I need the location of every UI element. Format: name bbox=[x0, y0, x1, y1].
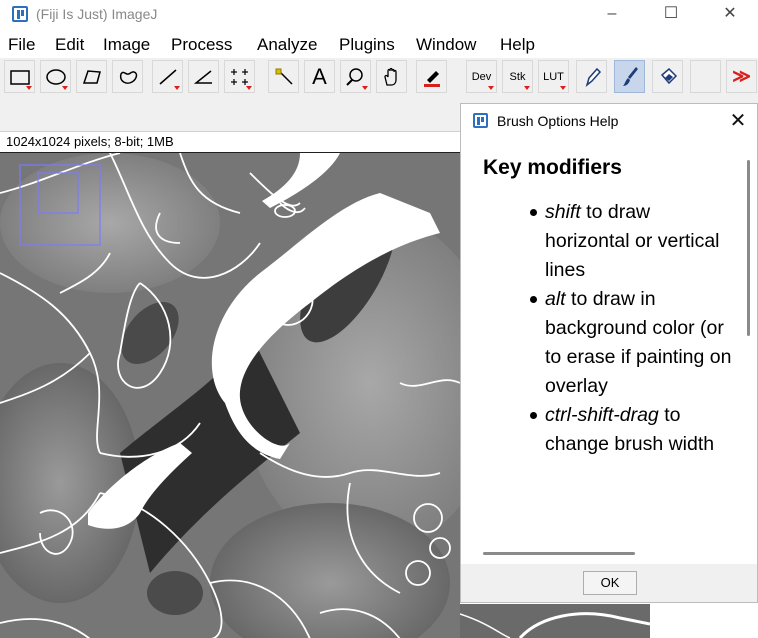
dialog-footer: OK bbox=[461, 564, 757, 602]
brush-icon bbox=[622, 66, 638, 86]
menu-file[interactable]: File bbox=[8, 35, 35, 55]
brush-options-help-dialog: Brush Options Help ✕ Key modifiers shift… bbox=[460, 103, 758, 603]
multipoint-icon bbox=[230, 68, 248, 85]
polygon-tool[interactable] bbox=[76, 60, 107, 93]
modifier-description: to draw in background color (or to erase… bbox=[545, 288, 732, 397]
eyedropper-icon bbox=[423, 70, 440, 87]
freehand-tool[interactable] bbox=[112, 60, 143, 93]
dropdown-arrow-icon bbox=[174, 86, 180, 90]
menu-edit[interactable]: Edit bbox=[55, 35, 84, 55]
vertical-scrollbar[interactable] bbox=[747, 160, 750, 336]
dev-tool[interactable]: Dev bbox=[466, 60, 497, 93]
freehand-icon bbox=[119, 70, 137, 84]
point-tool[interactable] bbox=[224, 60, 255, 93]
lut-label: LUT bbox=[543, 70, 564, 83]
segmentation-image bbox=[0, 153, 460, 638]
line-tool[interactable] bbox=[152, 60, 183, 93]
line-icon bbox=[159, 68, 176, 85]
maximize-button[interactable]: ☐ bbox=[642, 0, 700, 30]
fiji-dialog-icon bbox=[473, 113, 488, 128]
list-item: shift to draw horizontal or vertical lin… bbox=[530, 198, 737, 285]
more-tools-icon: ≫ bbox=[732, 66, 751, 86]
menu-process[interactable]: Process bbox=[171, 35, 232, 55]
dropdown-arrow-icon bbox=[524, 86, 530, 90]
empty-tool-slot bbox=[690, 60, 721, 93]
dialog-title: Brush Options Help bbox=[497, 113, 619, 129]
stk-label: Stk bbox=[509, 70, 526, 83]
magnifier-icon bbox=[345, 67, 363, 86]
menu-plugins[interactable]: Plugins bbox=[339, 35, 395, 55]
menu-image[interactable]: Image bbox=[103, 35, 150, 55]
lut-tool[interactable]: LUT bbox=[538, 60, 569, 93]
list-item: ctrl-shift-drag to change brush width bbox=[530, 401, 737, 459]
zoom-tool[interactable] bbox=[340, 60, 371, 93]
help-heading: Key modifiers bbox=[483, 156, 622, 179]
minimize-button[interactable]: – bbox=[583, 0, 641, 30]
window-title: (Fiji Is Just) ImageJ bbox=[36, 6, 158, 22]
wand-tool[interactable] bbox=[268, 60, 299, 93]
dropdown-arrow-icon bbox=[246, 86, 252, 90]
key-modifier-list: shift to draw horizontal or vertical lin… bbox=[530, 198, 737, 459]
angle-icon bbox=[193, 69, 212, 84]
fiji-app-icon bbox=[12, 6, 28, 22]
polygon-icon bbox=[82, 69, 101, 84]
hand-icon bbox=[383, 67, 397, 86]
stack-tool[interactable]: Stk bbox=[502, 60, 533, 93]
dropdown-arrow-icon bbox=[62, 86, 68, 90]
brush-tool[interactable] bbox=[614, 60, 645, 93]
modifier-key: alt bbox=[545, 288, 566, 310]
dropdown-arrow-icon bbox=[26, 86, 32, 90]
rectangle-tool[interactable] bbox=[4, 60, 35, 93]
segmentation-image-strip bbox=[460, 604, 650, 638]
text-tool-label: A bbox=[312, 63, 327, 89]
help-content: Key modifiers shift to draw horizontal o… bbox=[463, 142, 739, 544]
background-strip bbox=[650, 604, 758, 638]
list-item: alt to draw in background color (or to e… bbox=[530, 285, 737, 401]
dialog-close-button[interactable]: ✕ bbox=[723, 107, 753, 135]
title-bar: (Fiji Is Just) ImageJ – ☐ ✕ bbox=[0, 0, 758, 30]
menu-help[interactable]: Help bbox=[500, 35, 535, 55]
horizontal-scrollbar[interactable] bbox=[483, 552, 635, 555]
image-info: 1024x1024 pixels; 8-bit; 1MB bbox=[6, 134, 174, 149]
dropdown-arrow-icon bbox=[362, 86, 368, 90]
magic-wand-icon bbox=[275, 68, 293, 85]
menu-window[interactable]: Window bbox=[416, 35, 476, 55]
image-canvas[interactable] bbox=[0, 152, 460, 638]
oval-icon bbox=[45, 68, 66, 85]
more-tools-button[interactable]: ≫ bbox=[726, 60, 757, 93]
text-tool[interactable]: A bbox=[304, 60, 335, 93]
dev-label: Dev bbox=[471, 70, 492, 83]
angle-tool[interactable] bbox=[188, 60, 219, 93]
oval-tool[interactable] bbox=[40, 60, 71, 93]
ok-button[interactable]: OK bbox=[583, 571, 637, 595]
modifier-key: shift bbox=[545, 201, 581, 223]
color-picker-tool[interactable] bbox=[416, 60, 447, 93]
hand-tool[interactable] bbox=[376, 60, 407, 93]
pencil-tool[interactable] bbox=[576, 60, 607, 93]
flood-fill-tool[interactable] bbox=[652, 60, 683, 93]
dropdown-arrow-icon bbox=[488, 86, 494, 90]
modifier-key: ctrl-shift-drag bbox=[545, 404, 659, 426]
menu-analyze[interactable]: Analyze bbox=[257, 35, 317, 55]
paint-bucket-icon bbox=[660, 67, 677, 84]
menu-bar: File Edit Image Process Analyze Plugins … bbox=[0, 33, 758, 57]
dropdown-arrow-icon bbox=[560, 86, 566, 90]
toolbar: A Dev Stk LUT ≫ bbox=[0, 58, 758, 98]
pencil-icon bbox=[585, 67, 601, 87]
rectangle-icon bbox=[9, 69, 30, 85]
image-canvas-bottom-strip bbox=[460, 604, 650, 638]
close-button[interactable]: ✕ bbox=[701, 0, 758, 30]
dialog-title-bar: Brush Options Help ✕ bbox=[461, 104, 757, 138]
